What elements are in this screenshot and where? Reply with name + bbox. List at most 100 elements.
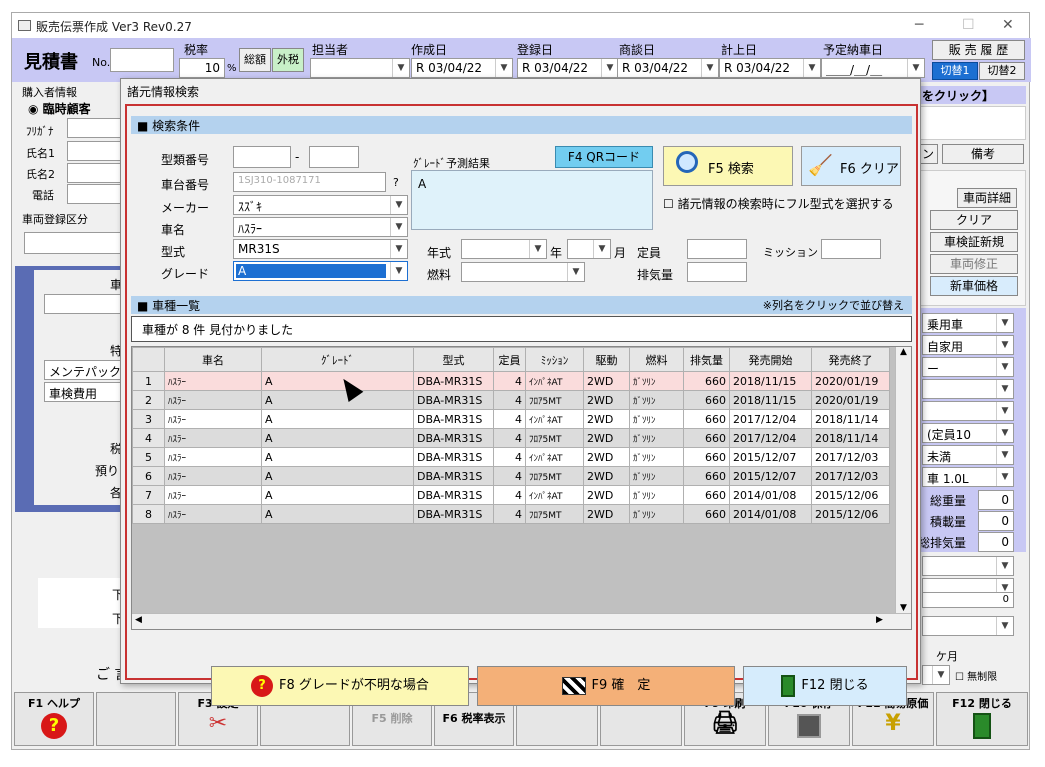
grid-column-header[interactable]: 発売開始 bbox=[729, 347, 812, 372]
chevron-down-icon[interactable]: ▼ bbox=[701, 59, 718, 77]
katashiki-select[interactable]: MR31S ▼ bbox=[233, 239, 408, 259]
shamei-select[interactable]: ﾊｽﾗｰ ▼ bbox=[233, 217, 408, 237]
sharyo-shusei-button[interactable]: 車両修正 bbox=[930, 254, 1018, 274]
sharyo-kubun-input[interactable] bbox=[24, 232, 122, 254]
chevron-down-icon[interactable]: ▼ bbox=[567, 263, 584, 281]
close-icon[interactable]: ✕ bbox=[1002, 17, 1014, 33]
table-row[interactable]: 7 ﾊｽﾗｰ A DBA-MR31S 4 ｲﾝﾊﾟﾈAT 2WD ｶﾞｿﾘﾝ 660 2014/0… bbox=[132, 485, 890, 505]
e-select[interactable]: ー ▼ bbox=[922, 357, 1014, 377]
chevron-down-icon[interactable]: ▼ bbox=[601, 59, 618, 77]
blank-select-3[interactable]: ▼ bbox=[922, 556, 1014, 576]
shadai-input[interactable]: 1SJ310-1087171 bbox=[233, 172, 386, 192]
haikiryo-input[interactable] bbox=[687, 262, 747, 282]
grid-column-header[interactable]: 燃料 bbox=[629, 347, 684, 372]
grid-column-header[interactable]: ﾐｯｼｮﾝ bbox=[525, 347, 584, 372]
blank-select-1[interactable]: ▼ bbox=[922, 379, 1014, 399]
denwa-input[interactable] bbox=[67, 184, 122, 204]
tsuki-select[interactable]: ▼ bbox=[567, 239, 611, 259]
shadai-help-icon[interactable]: ? bbox=[393, 176, 399, 189]
mente-field[interactable]: メンテパック bbox=[44, 360, 122, 380]
youyousha-select[interactable]: 乗用車 ▼ bbox=[922, 313, 1014, 333]
miman-select[interactable]: 未満 ▼ bbox=[922, 445, 1014, 465]
teiin-input[interactable] bbox=[687, 239, 747, 259]
chevron-down-icon[interactable]: ▼ bbox=[996, 314, 1013, 332]
sogaku-button[interactable]: 総額 bbox=[239, 48, 271, 72]
dialog-close-button[interactable]: F12 閉じる bbox=[743, 666, 907, 706]
furigana-input[interactable] bbox=[67, 118, 122, 138]
grid-column-header[interactable]: 発売終了 bbox=[811, 347, 890, 372]
chevron-down-icon[interactable]: ▼ bbox=[390, 262, 407, 280]
toroku-date[interactable]: R 03/04/22 ▼ bbox=[517, 58, 619, 78]
search-button[interactable]: F5 検索 bbox=[663, 146, 793, 186]
sojuryo-input[interactable]: 0 bbox=[978, 490, 1014, 510]
table-row[interactable]: 8 ﾊｽﾗｰ A DBA-MR31S 4 ﾌﾛｱ5MT 2WD ｶﾞｿﾘﾝ 660 2014/01… bbox=[132, 504, 890, 524]
chevron-down-icon[interactable]: ▼ bbox=[495, 59, 512, 77]
clear-button[interactable]: 🧹 F6 クリア bbox=[801, 146, 901, 186]
maximize-icon[interactable]: ☐ bbox=[962, 17, 975, 33]
doc-number-input[interactable] bbox=[110, 48, 174, 72]
chevron-down-icon[interactable]: ▼ bbox=[593, 240, 610, 258]
chevron-down-icon[interactable]: ▼ bbox=[996, 380, 1013, 398]
chevron-down-icon[interactable]: ▼ bbox=[996, 557, 1013, 575]
grid-column-header[interactable] bbox=[132, 347, 165, 372]
clear-button-bg[interactable]: クリア bbox=[930, 210, 1018, 230]
hanbai-rireki-button[interactable]: 販 売 履 歴 bbox=[932, 40, 1025, 60]
shimei1-input[interactable] bbox=[67, 141, 122, 161]
tanto-select[interactable]: ▼ bbox=[310, 58, 410, 78]
blank-select-5[interactable]: ▼ bbox=[922, 616, 1014, 636]
table-row[interactable]: 4 ﾊｽﾗｰ A DBA-MR31S 4 ﾌﾛｱ5MT 2WD ｶﾞｿﾘﾝ 660 2017/12… bbox=[132, 428, 890, 448]
shaken-field[interactable]: 車検費用 bbox=[44, 382, 122, 402]
museigen-select[interactable]: ▼ bbox=[922, 665, 950, 685]
shaken-shinki-button[interactable]: 車検証新規 bbox=[930, 232, 1018, 252]
sakusei-date[interactable]: R 03/04/22 ▼ bbox=[411, 58, 513, 78]
shodan-date[interactable]: R 03/04/22 ▼ bbox=[617, 58, 719, 78]
chevron-down-icon[interactable]: ▼ bbox=[390, 240, 407, 258]
mission-input[interactable] bbox=[821, 239, 881, 259]
scroll-left-icon[interactable]: ◀ bbox=[135, 615, 142, 625]
table-row[interactable]: 1 ﾊｽﾗｰ A DBA-MR31S 4 ｲﾝﾊﾟﾈAT 2WD ｶﾞｿﾘﾝ 660 2018/1… bbox=[132, 371, 890, 391]
chevron-down-icon[interactable]: ▼ bbox=[390, 218, 407, 236]
grid-column-header[interactable]: 排気量 bbox=[683, 347, 730, 372]
full-katashiki-checkbox[interactable]: ☐ 諸元情報の検索時にフル型式を選択する bbox=[663, 195, 894, 212]
scroll-up-icon[interactable]: ▲ bbox=[896, 347, 911, 357]
rinji-radio[interactable]: ◉ 臨時顧客 bbox=[28, 100, 91, 117]
teiin-select[interactable]: (定員10 ▼ bbox=[922, 423, 1014, 443]
grid-column-header[interactable]: 車名 bbox=[164, 347, 262, 372]
shimei2-input[interactable] bbox=[67, 163, 122, 183]
scroll-right-icon[interactable]: ▶ bbox=[876, 615, 883, 625]
gaizei-button[interactable]: 外税 bbox=[272, 48, 304, 72]
chevron-down-icon[interactable]: ▼ bbox=[996, 358, 1013, 376]
n-button[interactable]: ン bbox=[918, 144, 938, 164]
chevron-down-icon[interactable]: ▼ bbox=[529, 240, 546, 258]
grid-column-header[interactable]: 駆動 bbox=[583, 347, 630, 372]
chevron-down-icon[interactable]: ▼ bbox=[996, 402, 1013, 420]
kakutei-button[interactable]: F9 確 定 bbox=[477, 666, 735, 706]
f1-help-button[interactable]: F1 ヘルプ? bbox=[14, 692, 94, 746]
chevron-down-icon[interactable]: ▼ bbox=[996, 424, 1013, 442]
biko-button[interactable]: 備考 bbox=[942, 144, 1024, 164]
chevron-down-icon[interactable]: ▼ bbox=[932, 666, 949, 684]
chevron-down-icon[interactable]: ▼ bbox=[390, 196, 407, 214]
table-row[interactable]: 6 ﾊｽﾗｰ A DBA-MR31S 4 ﾌﾛｱ5MT 2WD ｶﾞｿﾘﾝ 660 2015/12… bbox=[132, 466, 890, 486]
table-row[interactable]: 5 ﾊｽﾗｰ A DBA-MR31S 4 ｲﾝﾊﾟﾈAT 2WD ｶﾞｿﾘﾝ 660 2015/1… bbox=[132, 447, 890, 467]
car-grid[interactable]: 車名 ｸﾞﾚｰﾄﾞ 型式 定員 ﾐｯｼｮﾝ 駆動 燃料 排気量 発売開始 発売終了 1 ﾊｽﾗｰ A D… bbox=[132, 347, 890, 524]
scroll-down-icon[interactable]: ▼ bbox=[896, 603, 911, 613]
table-row[interactable]: 3 ﾊｽﾗｰ A DBA-MR31S 4 ｲﾝﾊﾟﾈAT 2WD ｶﾞｿﾘﾝ 660 2017/1… bbox=[132, 409, 890, 429]
f12-close-button[interactable]: F12 閉じる bbox=[936, 692, 1028, 746]
shinsha-kakaku-button[interactable]: 新車価格 bbox=[930, 276, 1018, 296]
keijo-date[interactable]: R 03/04/22 ▼ bbox=[719, 58, 821, 78]
chevron-down-icon[interactable]: ▼ bbox=[996, 617, 1013, 635]
nosha-date[interactable]: ＿＿/＿/＿ ▼ bbox=[821, 58, 925, 78]
sohaikiryo-input[interactable]: 0 bbox=[978, 532, 1014, 552]
zero-input[interactable]: 0 bbox=[922, 592, 1014, 608]
chevron-down-icon[interactable]: ▼ bbox=[996, 446, 1013, 464]
blank-select-2[interactable]: ▼ bbox=[922, 401, 1014, 421]
nenryo-select[interactable]: ▼ bbox=[461, 262, 585, 282]
tax-rate-input[interactable]: 10 bbox=[179, 58, 225, 78]
ruibetsu-input-2[interactable] bbox=[309, 146, 359, 168]
chevron-down-icon[interactable]: ▼ bbox=[392, 59, 409, 77]
nenshiki-select[interactable]: ▼ bbox=[461, 239, 547, 259]
ruibetsu-input-1[interactable] bbox=[233, 146, 291, 168]
grade-select[interactable]: A ▼ bbox=[233, 261, 408, 281]
chevron-down-icon[interactable]: ▼ bbox=[803, 59, 820, 77]
